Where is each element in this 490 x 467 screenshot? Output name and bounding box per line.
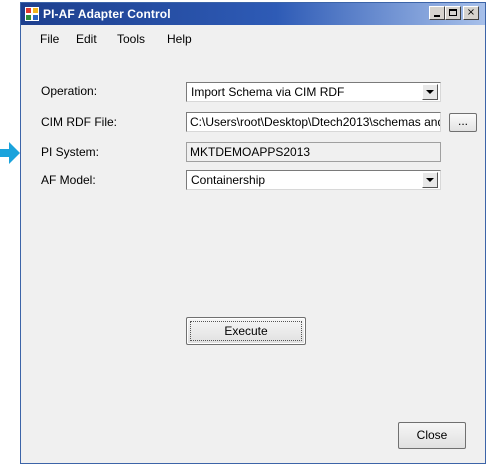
arrow-right-icon [0, 142, 20, 164]
minimize-button[interactable] [429, 6, 445, 20]
menu-file[interactable]: File [40, 31, 59, 47]
chevron-down-icon[interactable] [422, 172, 438, 188]
cim-rdf-file-value: C:\Users\root\Desktop\Dtech2013\schemas … [190, 115, 441, 129]
focus-rectangle [190, 321, 302, 341]
app-grid-icon [25, 7, 39, 21]
operation-label: Operation: [41, 84, 98, 98]
maximize-icon [449, 9, 457, 16]
menu-bar: File Edit Tools Help [21, 25, 485, 51]
chevron-down-icon[interactable] [422, 84, 438, 100]
pi-system-field: MKTDEMOAPPS2013 [186, 142, 441, 162]
operation-dropdown[interactable]: Import Schema via CIM RDF [186, 82, 441, 102]
menu-tools[interactable]: Tools [117, 31, 145, 47]
adapter-control-window: PI-AF Adapter Control × File Edit Tools … [20, 2, 486, 464]
maximize-button[interactable] [445, 6, 461, 20]
pi-system-label: PI System: [41, 145, 100, 159]
af-model-label: AF Model: [41, 173, 96, 187]
close-icon: × [466, 7, 476, 18]
cim-rdf-file-label: CIM RDF File: [41, 115, 117, 129]
menu-edit[interactable]: Edit [76, 31, 97, 47]
browse-button[interactable]: ... [449, 113, 477, 132]
cim-rdf-file-input[interactable]: C:\Users\root\Desktop\Dtech2013\schemas … [186, 112, 441, 132]
close-button[interactable]: Close [398, 422, 466, 449]
menu-help[interactable]: Help [167, 31, 192, 47]
af-model-dropdown[interactable]: Containership [186, 170, 441, 190]
title-bar[interactable]: PI-AF Adapter Control × [21, 3, 485, 25]
window-title: PI-AF Adapter Control [43, 7, 171, 21]
minimize-icon [434, 15, 440, 17]
execute-button[interactable]: Execute [186, 317, 306, 345]
pi-system-value: MKTDEMOAPPS2013 [190, 145, 311, 159]
operation-value: Import Schema via CIM RDF [191, 85, 345, 99]
af-model-value: Containership [191, 173, 266, 187]
close-window-button[interactable]: × [463, 6, 479, 20]
